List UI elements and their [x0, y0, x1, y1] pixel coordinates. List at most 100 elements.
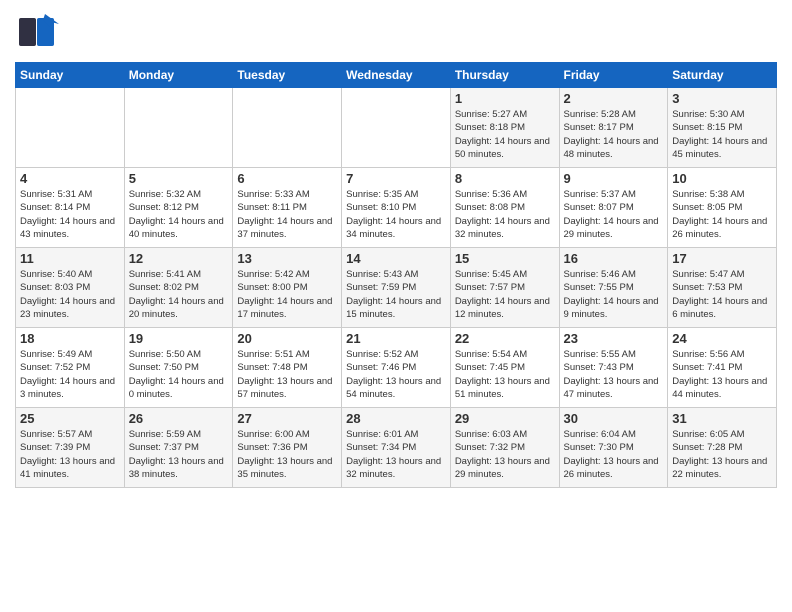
day-info: Sunrise: 5:55 AM Sunset: 7:43 PM Dayligh…	[564, 348, 664, 401]
calendar-cell: 22 Sunrise: 5:54 AM Sunset: 7:45 PM Dayl…	[450, 328, 559, 408]
calendar-cell: 11 Sunrise: 5:40 AM Sunset: 8:03 PM Dayl…	[16, 248, 125, 328]
calendar-week-row: 11 Sunrise: 5:40 AM Sunset: 8:03 PM Dayl…	[16, 248, 777, 328]
calendar-cell: 26 Sunrise: 5:59 AM Sunset: 7:37 PM Dayl…	[124, 408, 233, 488]
calendar-cell: 9 Sunrise: 5:37 AM Sunset: 8:07 PM Dayli…	[559, 168, 668, 248]
day-info: Sunrise: 6:00 AM Sunset: 7:36 PM Dayligh…	[237, 428, 337, 481]
sunrise-text: Sunrise: 6:05 AM	[672, 429, 744, 440]
day-info: Sunrise: 5:45 AM Sunset: 7:57 PM Dayligh…	[455, 268, 555, 321]
day-number: 10	[672, 171, 772, 186]
day-number: 11	[20, 251, 120, 266]
sunset-text: Sunset: 7:37 PM	[129, 442, 199, 453]
daylight-text: Daylight: 14 hours and 17 minutes.	[237, 296, 332, 320]
day-number: 13	[237, 251, 337, 266]
day-info: Sunrise: 5:40 AM Sunset: 8:03 PM Dayligh…	[20, 268, 120, 321]
sunrise-text: Sunrise: 5:56 AM	[672, 349, 744, 360]
calendar-cell: 7 Sunrise: 5:35 AM Sunset: 8:10 PM Dayli…	[342, 168, 451, 248]
weekday-header: Friday	[559, 63, 668, 88]
sunset-text: Sunset: 7:43 PM	[564, 362, 634, 373]
day-number: 7	[346, 171, 446, 186]
sunrise-text: Sunrise: 5:42 AM	[237, 269, 309, 280]
calendar-cell: 21 Sunrise: 5:52 AM Sunset: 7:46 PM Dayl…	[342, 328, 451, 408]
sunset-text: Sunset: 7:57 PM	[455, 282, 525, 293]
sunset-text: Sunset: 8:08 PM	[455, 202, 525, 213]
sunrise-text: Sunrise: 5:47 AM	[672, 269, 744, 280]
sunset-text: Sunset: 8:11 PM	[237, 202, 307, 213]
daylight-text: Daylight: 14 hours and 12 minutes.	[455, 296, 550, 320]
sunset-text: Sunset: 8:10 PM	[346, 202, 416, 213]
day-info: Sunrise: 5:38 AM Sunset: 8:05 PM Dayligh…	[672, 188, 772, 241]
calendar-cell: 18 Sunrise: 5:49 AM Sunset: 7:52 PM Dayl…	[16, 328, 125, 408]
calendar-cell	[233, 88, 342, 168]
calendar-cell: 17 Sunrise: 5:47 AM Sunset: 7:53 PM Dayl…	[668, 248, 777, 328]
sunset-text: Sunset: 7:41 PM	[672, 362, 742, 373]
sunset-text: Sunset: 7:46 PM	[346, 362, 416, 373]
sunset-text: Sunset: 7:59 PM	[346, 282, 416, 293]
sunset-text: Sunset: 7:48 PM	[237, 362, 307, 373]
sunrise-text: Sunrise: 5:37 AM	[564, 189, 636, 200]
logo-icon	[15, 10, 59, 54]
daylight-text: Daylight: 14 hours and 29 minutes.	[564, 216, 659, 240]
sunrise-text: Sunrise: 6:03 AM	[455, 429, 527, 440]
sunset-text: Sunset: 8:05 PM	[672, 202, 742, 213]
sunrise-text: Sunrise: 5:49 AM	[20, 349, 92, 360]
day-info: Sunrise: 5:41 AM Sunset: 8:02 PM Dayligh…	[129, 268, 229, 321]
daylight-text: Daylight: 14 hours and 23 minutes.	[20, 296, 115, 320]
calendar-cell: 30 Sunrise: 6:04 AM Sunset: 7:30 PM Dayl…	[559, 408, 668, 488]
calendar-cell: 2 Sunrise: 5:28 AM Sunset: 8:17 PM Dayli…	[559, 88, 668, 168]
calendar-cell: 13 Sunrise: 5:42 AM Sunset: 8:00 PM Dayl…	[233, 248, 342, 328]
daylight-text: Daylight: 13 hours and 41 minutes.	[20, 456, 115, 480]
day-number: 31	[672, 411, 772, 426]
daylight-text: Daylight: 14 hours and 15 minutes.	[346, 296, 441, 320]
day-number: 27	[237, 411, 337, 426]
daylight-text: Daylight: 13 hours and 38 minutes.	[129, 456, 224, 480]
day-number: 22	[455, 331, 555, 346]
day-number: 1	[455, 91, 555, 106]
weekday-header: Tuesday	[233, 63, 342, 88]
day-info: Sunrise: 5:46 AM Sunset: 7:55 PM Dayligh…	[564, 268, 664, 321]
day-info: Sunrise: 5:30 AM Sunset: 8:15 PM Dayligh…	[672, 108, 772, 161]
sunset-text: Sunset: 7:45 PM	[455, 362, 525, 373]
day-info: Sunrise: 5:36 AM Sunset: 8:08 PM Dayligh…	[455, 188, 555, 241]
day-info: Sunrise: 5:51 AM Sunset: 7:48 PM Dayligh…	[237, 348, 337, 401]
sunrise-text: Sunrise: 5:32 AM	[129, 189, 201, 200]
calendar-week-row: 1 Sunrise: 5:27 AM Sunset: 8:18 PM Dayli…	[16, 88, 777, 168]
sunset-text: Sunset: 8:18 PM	[455, 122, 525, 133]
sunrise-text: Sunrise: 5:57 AM	[20, 429, 92, 440]
daylight-text: Daylight: 14 hours and 3 minutes.	[20, 376, 115, 400]
daylight-text: Daylight: 13 hours and 57 minutes.	[237, 376, 332, 400]
day-info: Sunrise: 5:56 AM Sunset: 7:41 PM Dayligh…	[672, 348, 772, 401]
page: SundayMondayTuesdayWednesdayThursdayFrid…	[0, 0, 792, 498]
daylight-text: Daylight: 14 hours and 0 minutes.	[129, 376, 224, 400]
sunset-text: Sunset: 8:14 PM	[20, 202, 90, 213]
sunrise-text: Sunrise: 6:04 AM	[564, 429, 636, 440]
day-number: 30	[564, 411, 664, 426]
day-number: 24	[672, 331, 772, 346]
day-number: 29	[455, 411, 555, 426]
sunrise-text: Sunrise: 5:31 AM	[20, 189, 92, 200]
daylight-text: Daylight: 14 hours and 34 minutes.	[346, 216, 441, 240]
weekday-header: Thursday	[450, 63, 559, 88]
daylight-text: Daylight: 14 hours and 9 minutes.	[564, 296, 659, 320]
calendar-week-row: 25 Sunrise: 5:57 AM Sunset: 7:39 PM Dayl…	[16, 408, 777, 488]
day-number: 25	[20, 411, 120, 426]
sunrise-text: Sunrise: 5:46 AM	[564, 269, 636, 280]
calendar-cell: 14 Sunrise: 5:43 AM Sunset: 7:59 PM Dayl…	[342, 248, 451, 328]
calendar-cell: 8 Sunrise: 5:36 AM Sunset: 8:08 PM Dayli…	[450, 168, 559, 248]
sunrise-text: Sunrise: 5:41 AM	[129, 269, 201, 280]
calendar-cell: 31 Sunrise: 6:05 AM Sunset: 7:28 PM Dayl…	[668, 408, 777, 488]
day-number: 15	[455, 251, 555, 266]
day-number: 3	[672, 91, 772, 106]
sunset-text: Sunset: 8:17 PM	[564, 122, 634, 133]
daylight-text: Daylight: 13 hours and 29 minutes.	[455, 456, 550, 480]
weekday-header: Saturday	[668, 63, 777, 88]
sunset-text: Sunset: 7:50 PM	[129, 362, 199, 373]
weekday-header: Monday	[124, 63, 233, 88]
calendar-week-row: 18 Sunrise: 5:49 AM Sunset: 7:52 PM Dayl…	[16, 328, 777, 408]
calendar-cell	[342, 88, 451, 168]
sunset-text: Sunset: 7:52 PM	[20, 362, 90, 373]
day-info: Sunrise: 6:04 AM Sunset: 7:30 PM Dayligh…	[564, 428, 664, 481]
day-info: Sunrise: 5:54 AM Sunset: 7:45 PM Dayligh…	[455, 348, 555, 401]
sunset-text: Sunset: 7:55 PM	[564, 282, 634, 293]
header	[15, 10, 777, 54]
daylight-text: Daylight: 14 hours and 48 minutes.	[564, 136, 659, 160]
